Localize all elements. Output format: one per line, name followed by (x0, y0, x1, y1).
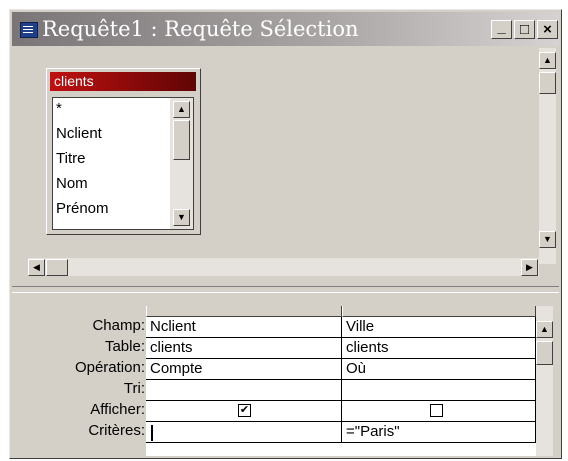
scroll-left-arrow-icon[interactable]: ◀ (28, 259, 45, 276)
window-title: Requête1 : Requête Sélection (42, 17, 359, 41)
scroll-down-arrow-icon[interactable]: ▼ (173, 209, 190, 226)
show-checkbox[interactable] (430, 404, 443, 417)
close-button[interactable]: × (537, 20, 558, 39)
minimize-button[interactable]: _ (491, 20, 512, 39)
grid-cell-criteres[interactable]: ="Paris" (342, 422, 536, 443)
grid-cell-champ[interactable]: Nclient (146, 317, 342, 338)
field-list-item[interactable]: Titre (56, 150, 85, 167)
field-list-item[interactable]: Nom (56, 175, 88, 192)
table-pane-vertical-scrollbar[interactable]: ▲ ▼ (539, 48, 556, 264)
row-label-champ: Champ: (92, 317, 145, 334)
field-list-item[interactable]: Prénom (56, 200, 109, 217)
row-label-afficher: Afficher: (90, 401, 145, 418)
scroll-thumb[interactable] (46, 259, 68, 276)
row-label-operation: Opération: (74, 359, 145, 376)
maximize-button[interactable]: □ (514, 20, 535, 39)
grid-cell-table[interactable]: clients (146, 338, 342, 359)
grid-cell-tri[interactable] (146, 380, 342, 401)
scroll-up-arrow-icon[interactable]: ▲ (536, 321, 553, 338)
grid-cell-criteres[interactable] (146, 422, 342, 443)
scroll-thumb[interactable] (536, 341, 553, 365)
scroll-up-arrow-icon[interactable]: ▲ (173, 101, 190, 118)
table-pane-horizontal-scrollbar[interactable]: ◀ ▶ (28, 258, 539, 276)
field-list-title[interactable]: clients (50, 72, 196, 91)
grid-cell-operation[interactable]: Où (342, 359, 536, 380)
table-field-list-clients[interactable]: clients * Nclient Titre Nom Prénom ▲ ▼ (46, 68, 201, 235)
row-label-tri: Tri: (123, 380, 145, 397)
scroll-right-arrow-icon[interactable]: ▶ (521, 259, 538, 276)
column-selector[interactable] (146, 306, 342, 317)
grid-cell-afficher[interactable] (342, 401, 536, 422)
grid-vertical-scrollbar[interactable]: ▲ (536, 306, 553, 456)
scroll-thumb[interactable] (173, 120, 190, 160)
field-list-item[interactable]: * (56, 100, 62, 117)
text-cursor (151, 425, 153, 441)
field-list-item[interactable]: Nclient (56, 125, 102, 142)
grid-cell-tri[interactable] (342, 380, 536, 401)
title-bar[interactable]: Requête1 : Requête Sélection _ □ × (12, 12, 559, 46)
row-label-criteres: Critères: (88, 422, 145, 439)
scroll-thumb[interactable] (539, 72, 556, 94)
grid-cell-champ[interactable]: Ville (342, 317, 536, 338)
query-window-icon[interactable] (20, 22, 38, 38)
grid-cell-table[interactable]: clients (342, 338, 536, 359)
column-selector[interactable] (342, 306, 536, 317)
field-list-scrollbar[interactable]: ▲ ▼ (170, 98, 193, 229)
grid-cell-operation[interactable]: Compte (146, 359, 342, 380)
row-label-table: Table: (104, 338, 145, 355)
show-checkbox[interactable]: ✔ (238, 404, 251, 417)
grid-cell-afficher[interactable]: ✔ (146, 401, 342, 422)
query-design-grid[interactable]: Nclient clients Compte ✔ Ville clients O… (146, 306, 536, 456)
query-window: Requête1 : Requête Sélection _ □ × clien… (9, 9, 562, 459)
scroll-down-arrow-icon[interactable]: ▼ (539, 231, 556, 248)
pane-splitter[interactable] (12, 286, 559, 293)
scroll-up-arrow-icon[interactable]: ▲ (539, 52, 556, 69)
field-list[interactable]: * Nclient Titre Nom Prénom ▲ ▼ (52, 97, 194, 230)
